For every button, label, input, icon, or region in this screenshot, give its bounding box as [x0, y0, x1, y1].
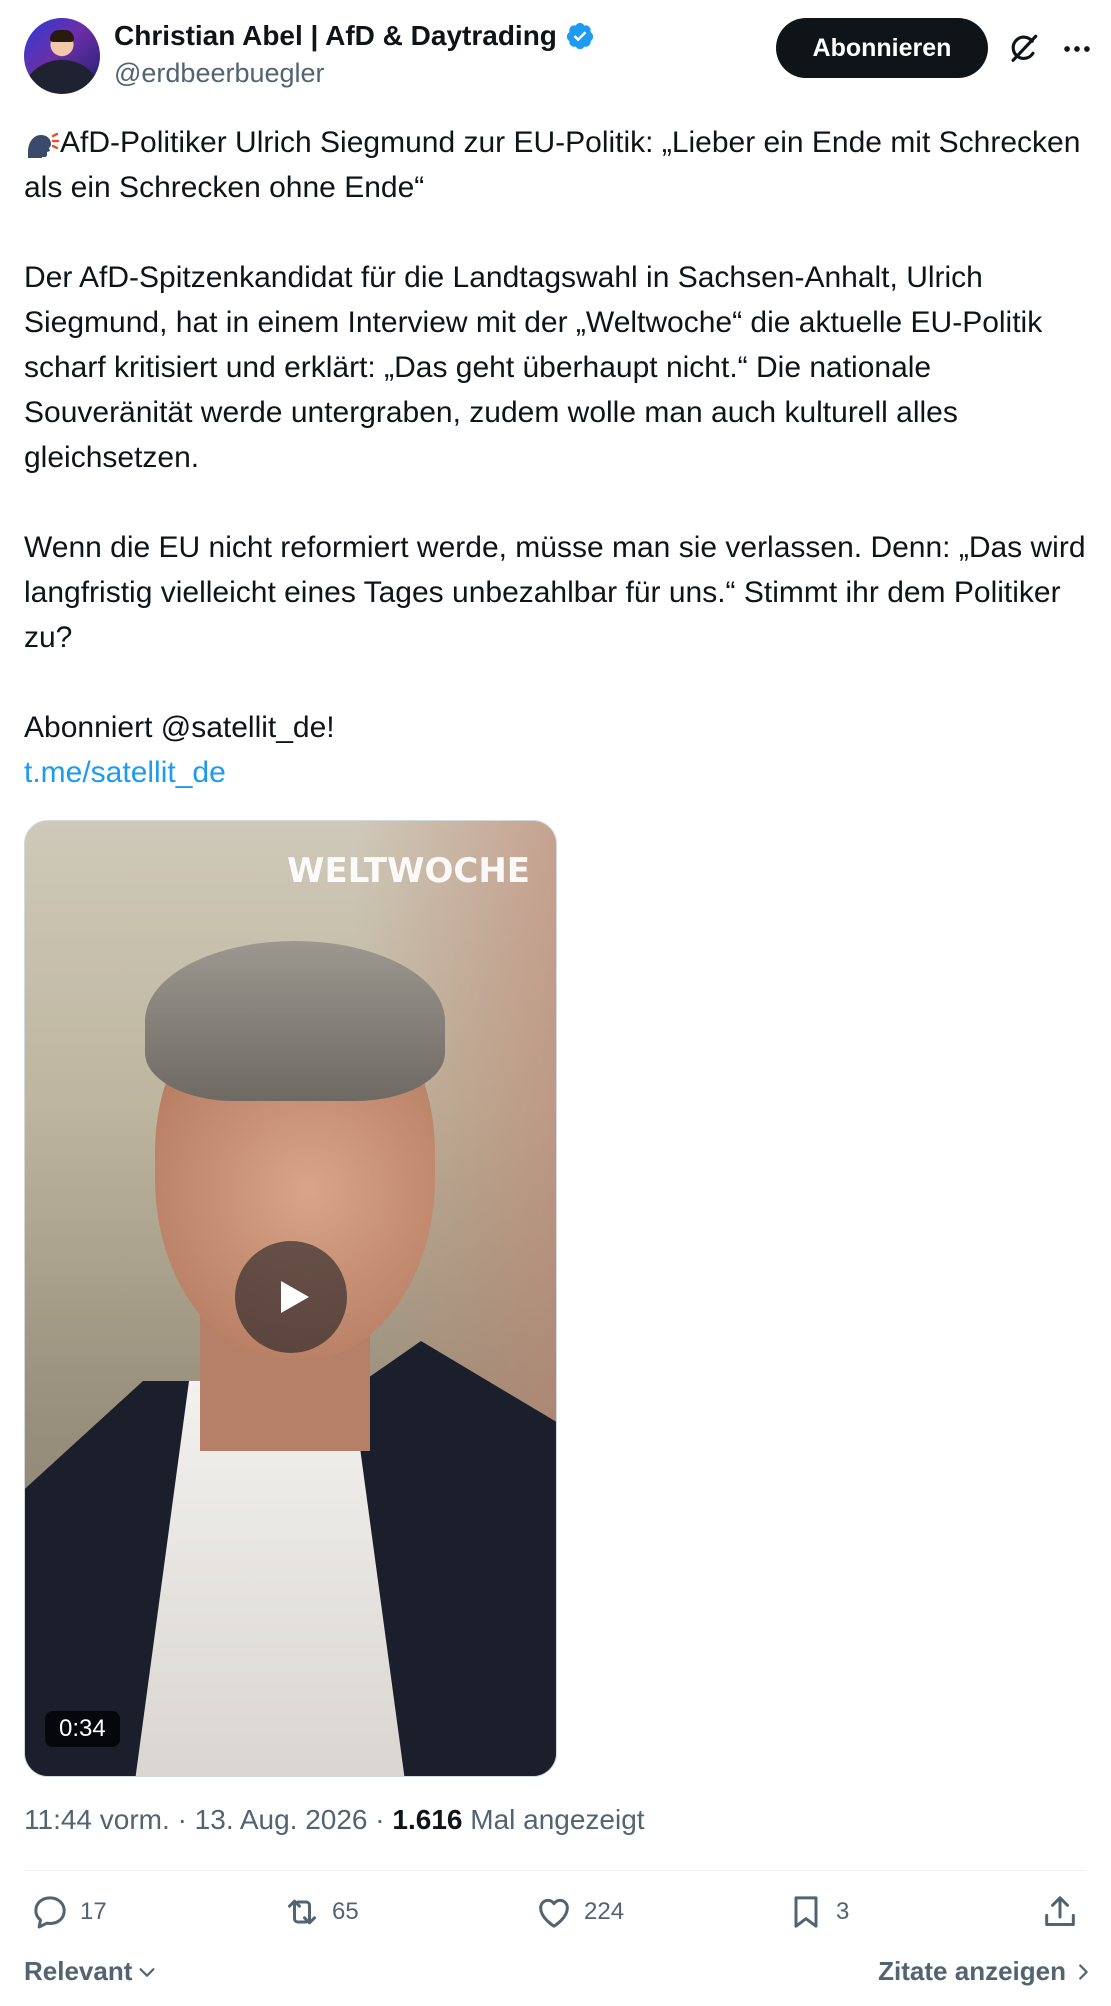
tweet-link[interactable]: t.me/satellit_de	[24, 750, 1094, 795]
action-bar: 17 65 224 3	[24, 1892, 1094, 1942]
play-icon	[281, 1281, 309, 1313]
sort-dropdown[interactable]: Relevant	[24, 1956, 158, 1987]
like-button[interactable]: 224	[534, 1892, 624, 1932]
subscribe-button[interactable]: Abonnieren	[776, 18, 988, 78]
divider	[24, 1870, 1086, 1871]
meta-separator: ·	[177, 1804, 195, 1835]
share-button[interactable]	[1040, 1892, 1080, 1932]
tweet-line-1: AfD-Politiker Ulrich Siegmund zur EU-Pol…	[24, 120, 1094, 210]
tweet-paragraph-3: Wenn die EU nicht reformiert werde, müss…	[24, 531, 1094, 654]
avatar[interactable]	[24, 18, 100, 94]
video-watermark: WELTWOCHE	[287, 851, 530, 891]
tweet-paragraph-2: Der AfD-Spitzenkandidat für die Landtags…	[24, 261, 1051, 474]
repost-count: 65	[332, 1898, 359, 1925]
reply-icon	[34, 1896, 66, 1929]
play-button[interactable]	[235, 1241, 347, 1353]
view-count: 1.616	[392, 1804, 463, 1835]
bookmark-icon	[794, 1896, 818, 1928]
verified-badge-icon	[566, 22, 594, 50]
chevron-down-icon	[139, 1967, 155, 1977]
tweet-time[interactable]: 11:44 vorm.	[24, 1804, 170, 1835]
reply-footer: Relevant Zitate anzeigen	[24, 1956, 1094, 1996]
sort-label: Relevant	[24, 1956, 133, 1986]
repost-button[interactable]: 65	[282, 1892, 359, 1932]
video-figure-hair	[145, 941, 445, 1101]
heart-icon	[539, 1898, 569, 1928]
tweet-date[interactable]: 13. Aug. 2026	[195, 1804, 368, 1835]
view-quotes-link[interactable]: Zitate anzeigen	[878, 1956, 1094, 1987]
video-player[interactable]: WELTWOCHE 0:34	[24, 820, 557, 1777]
share-icon	[1045, 1896, 1075, 1926]
more-options-icon[interactable]	[1060, 32, 1094, 66]
meta-separator: ·	[375, 1804, 393, 1835]
tweet-text: AfD-Politiker Ulrich Siegmund zur EU-Pol…	[24, 120, 1094, 795]
bookmark-button[interactable]: 3	[786, 1892, 849, 1932]
bookmark-count: 3	[836, 1898, 850, 1925]
tweet-paragraph-4: Abonniert @satellit_de!	[24, 711, 335, 744]
author-name-row[interactable]: Christian Abel | AfD & Daytrading	[114, 20, 595, 52]
speaking-head-icon	[28, 132, 60, 158]
quotes-label: Zitate anzeigen	[878, 1956, 1066, 1986]
author-name[interactable]: Christian Abel | AfD & Daytrading	[114, 20, 557, 52]
tweet-header: Christian Abel | AfD & Daytrading @erdbe…	[24, 18, 1094, 96]
reply-count: 17	[80, 1898, 107, 1925]
author-info[interactable]: Christian Abel | AfD & Daytrading @erdbe…	[114, 20, 595, 89]
chevron-right-icon	[1079, 1963, 1088, 1980]
reply-button[interactable]: 17	[30, 1892, 107, 1932]
like-count: 224	[584, 1898, 625, 1925]
video-duration: 0:34	[45, 1711, 120, 1747]
tweet-meta: 11:44 vorm. · 13. Aug. 2026 · 1.616 Mal …	[24, 1804, 645, 1836]
grok-icon[interactable]	[1006, 32, 1040, 66]
view-count-label: Mal angezeigt	[470, 1804, 645, 1835]
tweet-headline: AfD-Politiker Ulrich Siegmund zur EU-Pol…	[24, 126, 1089, 204]
author-handle[interactable]: @erdbeerbuegler	[114, 58, 595, 89]
repost-icon	[288, 1899, 316, 1925]
